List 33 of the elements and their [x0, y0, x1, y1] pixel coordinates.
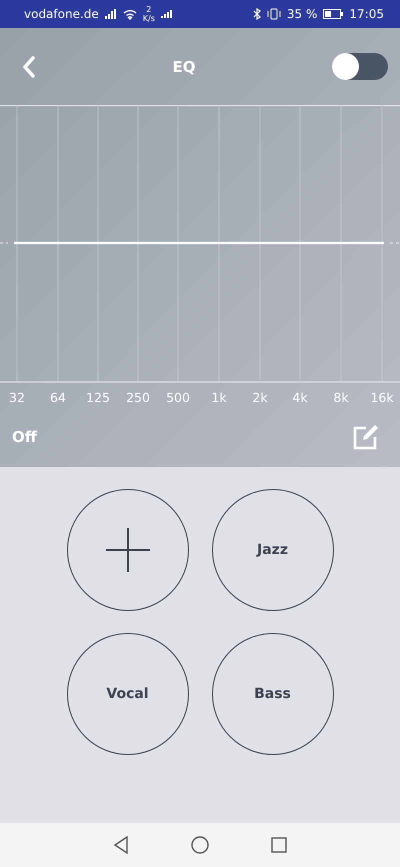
speed-value: 2	[146, 5, 152, 14]
eq-toggle[interactable]	[332, 53, 388, 80]
signal-icon	[160, 10, 173, 18]
wifi-icon	[122, 8, 137, 20]
frequency-label: 8k	[333, 390, 349, 404]
frequency-label: 32	[9, 390, 25, 404]
frequency-label: 125	[86, 390, 110, 404]
preset-button[interactable]: Vocal	[66, 633, 188, 755]
frequency-label: 4k	[292, 390, 308, 404]
add-preset-button[interactable]	[66, 489, 188, 611]
preset-button[interactable]: Bass	[212, 633, 334, 755]
signal-icon	[104, 9, 117, 19]
preset-button[interactable]: Jazz	[212, 489, 334, 611]
back-nav-icon[interactable]	[113, 836, 129, 854]
speed-unit: K/s	[142, 14, 155, 23]
frequency-label: 16k	[370, 390, 394, 404]
frequency-label: 250	[126, 390, 150, 404]
bluetooth-icon	[252, 8, 261, 20]
preset-name: Off	[12, 428, 37, 446]
battery-percent: 35 %	[286, 7, 318, 21]
frequency-label: 1k	[211, 390, 227, 404]
recents-icon[interactable]	[271, 837, 287, 853]
frequency-label: 2k	[252, 390, 268, 404]
battery-icon	[323, 9, 344, 19]
plus-icon	[104, 527, 150, 573]
carrier-name: vodafone.de	[24, 7, 99, 21]
page-title: EQ	[172, 58, 196, 76]
back-icon[interactable]	[22, 56, 36, 78]
frequency-label: 64	[50, 390, 66, 404]
vibrate-icon	[266, 8, 281, 20]
clock: 17:05	[349, 7, 384, 21]
home-icon[interactable]	[191, 836, 209, 854]
frequency-label: 500	[166, 390, 190, 404]
